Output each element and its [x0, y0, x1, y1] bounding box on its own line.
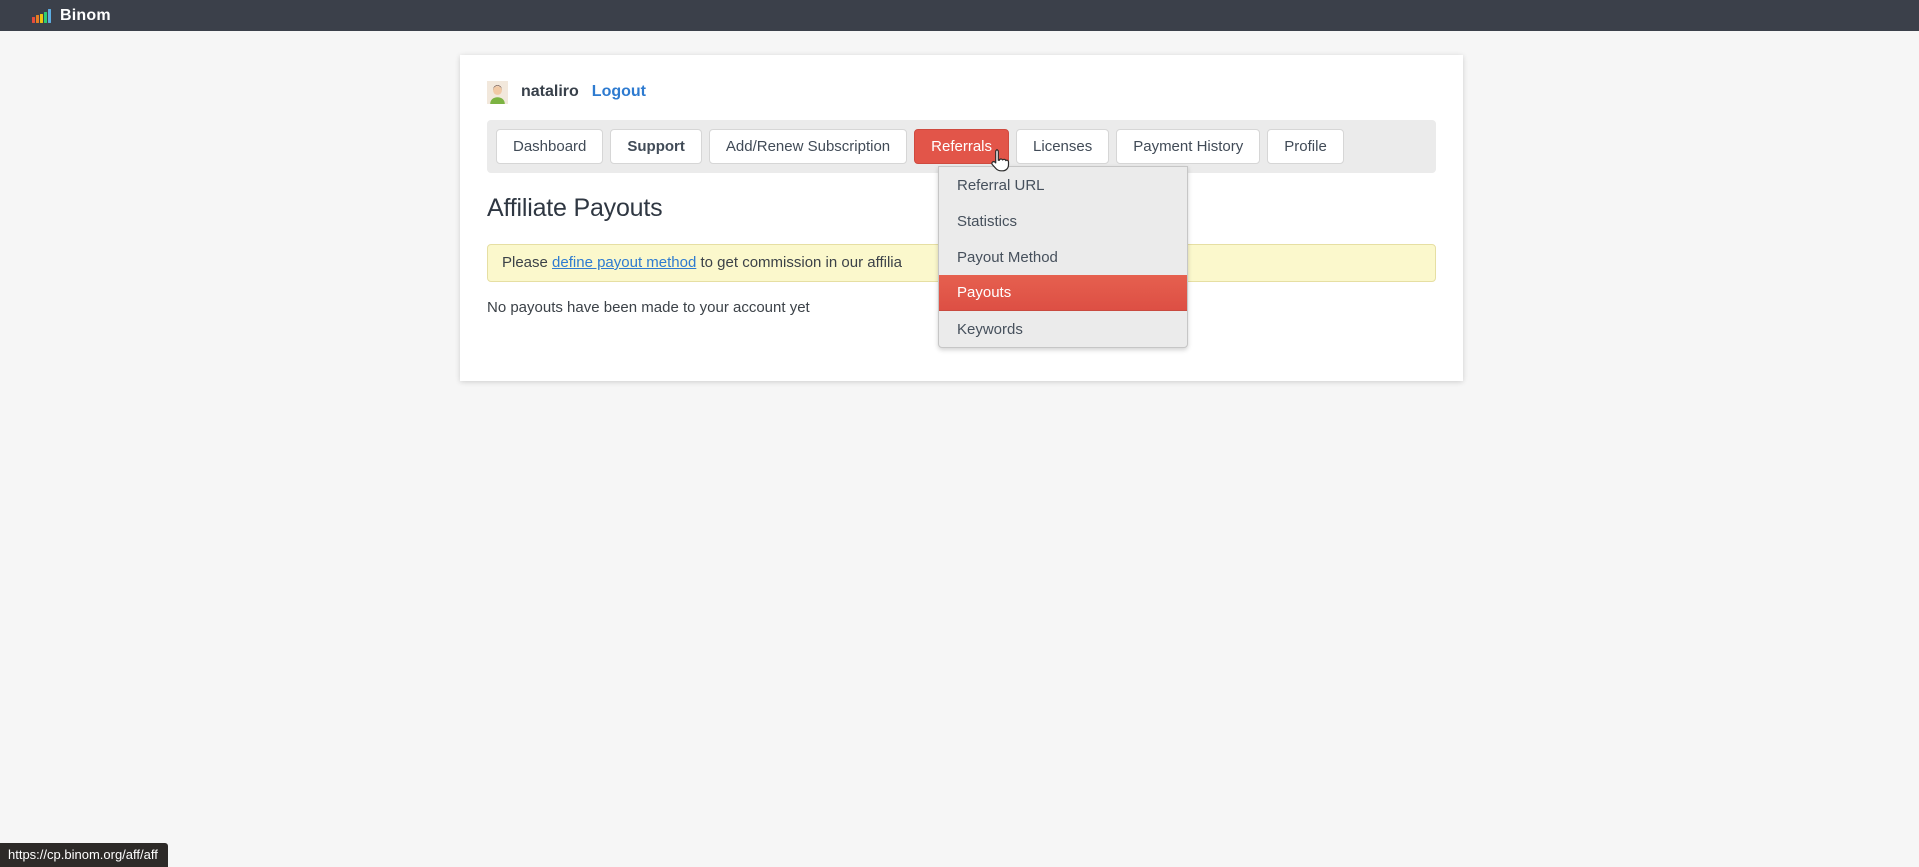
- menu-item-statistics[interactable]: Statistics: [939, 203, 1187, 239]
- user-row: nataliro Logout: [487, 80, 1436, 104]
- avatar: [487, 81, 508, 104]
- menu-item-payout-method[interactable]: Payout Method: [939, 239, 1187, 275]
- nav-tab-referrals[interactable]: Referrals: [914, 129, 1009, 164]
- logout-link[interactable]: Logout: [592, 83, 646, 101]
- nav-tab-licenses[interactable]: Licenses: [1016, 129, 1109, 164]
- menu-item-referral-url[interactable]: Referral URL: [939, 167, 1187, 203]
- nav-tab-profile[interactable]: Profile: [1267, 129, 1344, 164]
- status-bar-url: https://cp.binom.org/aff/aff: [0, 843, 168, 867]
- app-logo[interactable]: Binom: [32, 7, 111, 25]
- nav-tab-payment-history[interactable]: Payment History: [1116, 129, 1260, 164]
- menu-item-keywords[interactable]: Keywords: [939, 311, 1187, 347]
- notice-text-prefix: Please: [502, 254, 552, 271]
- menu-item-payouts[interactable]: Payouts: [939, 275, 1187, 311]
- notice-text-suffix: to get commission in our affilia: [696, 254, 902, 271]
- nav-tab-dashboard[interactable]: Dashboard: [496, 129, 603, 164]
- bar-chart-icon: [32, 9, 51, 23]
- top-bar: Binom: [0, 0, 1919, 31]
- nav-tab-support[interactable]: Support: [610, 129, 702, 164]
- define-payout-method-link[interactable]: define payout method: [552, 254, 696, 271]
- nav-tab-add-renew-subscription[interactable]: Add/Renew Subscription: [709, 129, 907, 164]
- app-logo-text: Binom: [60, 7, 111, 25]
- username: nataliro: [521, 83, 579, 101]
- referrals-dropdown-menu: Referral URL Statistics Payout Method Pa…: [938, 166, 1188, 348]
